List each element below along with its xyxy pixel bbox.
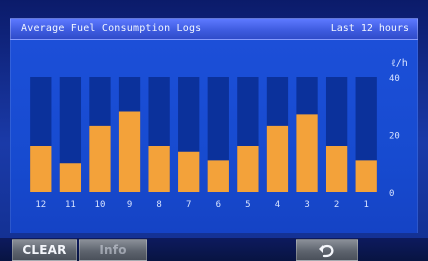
y-axis-unit-label: ℓ/h [391,58,408,69]
x-axis-tick-label: 2 [334,200,339,210]
data-bar [296,114,318,192]
x-axis-tick-label: 10 [95,200,106,210]
data-bar [266,125,289,192]
data-bar [237,146,259,192]
data-bar [207,160,229,192]
back-button[interactable] [296,239,358,261]
data-bar [148,146,170,192]
header-bar: Average Fuel Consumption Logs Last 12 ho… [10,18,418,40]
data-bar [89,125,111,192]
fuel-consumption-screen: Average Fuel Consumption Logs Last 12 ho… [0,0,428,261]
y-axis-tick-label: 40 [389,74,400,84]
data-bar [355,160,377,192]
clear-button[interactable]: CLEAR [12,239,77,261]
x-axis-tick-label: 3 [304,200,309,210]
data-bar [325,146,348,192]
clear-button-label: CLEAR [22,243,67,257]
return-icon [319,244,334,258]
data-bar [30,146,52,192]
time-range-label: Last 12 hours [330,23,409,34]
x-axis-tick-label: 12 [35,200,46,210]
x-axis-tick-label: 8 [156,200,161,210]
x-axis-tick-label: 7 [186,200,191,210]
x-axis-tick-label: 6 [216,200,221,210]
x-axis-tick-label: 1 [363,200,368,210]
x-axis-tick-label: 4 [275,200,280,210]
x-axis-tick-label: 11 [65,200,76,210]
y-axis-tick-label: 0 [389,189,394,199]
page-title: Average Fuel Consumption Logs [21,23,202,34]
x-axis-tick-label: 9 [127,200,132,210]
info-button-label: Info [99,243,127,257]
info-button[interactable]: Info [79,239,147,261]
y-axis-tick-label: 20 [389,132,400,142]
data-bar [118,111,141,192]
chart-panel: ℓ/h 40 20 0 12 11 10 9 8 7 6 5 4 3 2 1 [10,40,418,233]
data-bar [178,151,200,192]
data-bar [59,163,82,192]
fuel-consumption-chart: ℓ/h 40 20 0 12 11 10 9 8 7 6 5 4 3 2 1 [30,58,408,210]
x-axis-tick-label: 5 [245,200,250,210]
